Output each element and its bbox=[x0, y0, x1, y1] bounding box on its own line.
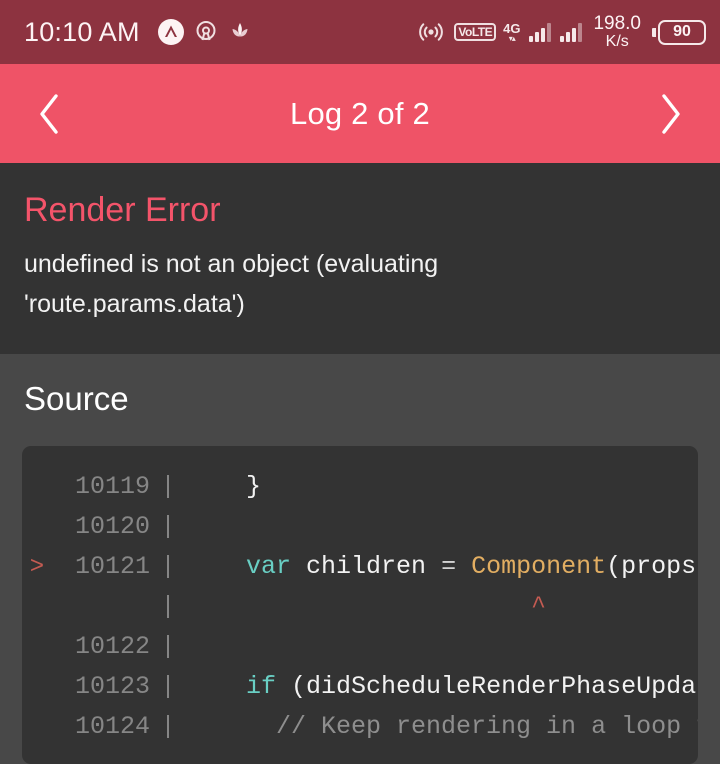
code-token: ^ bbox=[186, 592, 547, 622]
code-line-number: 10123 bbox=[74, 672, 150, 702]
chevron-left-icon bbox=[40, 93, 58, 134]
signal-bars-icon bbox=[529, 22, 552, 42]
code-line: 10123 | if (didScheduleRenderPhaseUpdateD… bbox=[22, 672, 698, 712]
code-line: | ^ bbox=[22, 592, 698, 632]
network-speed-value: 198.0 bbox=[593, 13, 641, 35]
code-gutter-divider: | bbox=[160, 472, 176, 502]
network-speed-indicator: 198.0 K/s bbox=[593, 14, 641, 50]
code-line-number: 10124 bbox=[74, 712, 150, 742]
signal-bars-secondary-icon bbox=[560, 22, 583, 42]
network-arrows-icon: ▾▴ bbox=[508, 33, 516, 43]
code-token: if bbox=[246, 672, 277, 702]
code-line-number: 10121 bbox=[74, 552, 150, 582]
previous-log-button[interactable] bbox=[26, 84, 72, 144]
error-message: undefined is not an object (evaluating '… bbox=[24, 250, 439, 319]
source-section: Source 10119 | } 10120 | >10121 | var childre… bbox=[0, 354, 720, 764]
network-type-indicator: 4G ▾▴ bbox=[503, 22, 520, 43]
code-token: (props, se bbox=[606, 552, 698, 582]
code-token: children bbox=[291, 552, 442, 582]
code-gutter-divider: | bbox=[160, 632, 176, 662]
source-heading: Source bbox=[24, 380, 129, 418]
page-title: Log 2 of 2 bbox=[290, 95, 430, 131]
network-type-label: 4G bbox=[503, 20, 521, 36]
code-gutter-divider: | bbox=[160, 552, 176, 582]
code-line-text: } bbox=[186, 472, 261, 501]
status-bar: 10:10 AM VoLTE 4G ▾▴ 198.0 K/s 90 bbox=[0, 0, 720, 64]
code-token: Component bbox=[471, 552, 607, 582]
error-title: Render Error bbox=[24, 191, 221, 229]
code-line: >10121 | var children = Component(props, … bbox=[22, 552, 698, 592]
log-navigation-header: Log 2 of 2 bbox=[0, 64, 720, 163]
status-bar-clock: 10:10 AM bbox=[24, 16, 140, 47]
error-section: Render Error undefined is not an object … bbox=[0, 163, 720, 355]
lotus-icon bbox=[228, 20, 252, 44]
status-bar-notification-icons bbox=[157, 19, 252, 45]
code-token: var bbox=[246, 552, 292, 582]
code-line-text: // Keep rendering in a loop for bbox=[186, 712, 698, 741]
network-speed-unit: K/s bbox=[605, 32, 629, 50]
record-icon bbox=[193, 19, 219, 45]
volte-icon: VoLTE bbox=[454, 23, 497, 41]
code-token: (didScheduleRenderPhaseUpdateDu bbox=[291, 672, 698, 702]
battery-icon: 90 bbox=[652, 19, 706, 45]
code-gutter-divider: | bbox=[160, 712, 176, 742]
battery-level-label: 90 bbox=[658, 19, 706, 45]
source-code-block[interactable]: 10119 | } 10120 | >10121 | var children = Com… bbox=[22, 446, 698, 764]
code-token: } bbox=[186, 472, 262, 502]
code-line-number: 10122 bbox=[74, 632, 150, 662]
code-gutter-divider: | bbox=[160, 592, 176, 622]
log-viewer-screen: 10:10 AM VoLTE 4G ▾▴ 198.0 K/s 90 Log 2 … bbox=[0, 0, 720, 764]
code-line-text: var children = Component(props, se bbox=[186, 552, 698, 581]
next-log-button[interactable] bbox=[648, 84, 694, 144]
expo-icon bbox=[157, 19, 184, 45]
hotspot-icon bbox=[417, 18, 445, 46]
code-gutter-divider: | bbox=[160, 672, 176, 702]
battery-terminal bbox=[652, 27, 656, 37]
code-line: 10122 | bbox=[22, 632, 698, 672]
code-line-text: if (didScheduleRenderPhaseUpdateDu bbox=[186, 672, 698, 701]
code-line: 10120 | bbox=[22, 512, 698, 552]
chevron-right-icon bbox=[662, 93, 680, 134]
code-token: = bbox=[441, 552, 457, 582]
code-line-number: 10119 bbox=[74, 472, 150, 502]
status-bar-system-icons: VoLTE 4G ▾▴ 198.0 K/s 90 bbox=[417, 14, 706, 50]
code-line: 10119 | } bbox=[22, 472, 698, 512]
code-gutter-divider: | bbox=[160, 512, 176, 542]
code-line: 10124 | // Keep rendering in a loop for bbox=[22, 712, 698, 752]
error-line-marker: > bbox=[29, 554, 45, 582]
code-line-text: ^ bbox=[186, 592, 546, 621]
code-token: // Keep rendering in a loop for bbox=[186, 712, 698, 742]
code-line-number: 10120 bbox=[74, 512, 150, 542]
